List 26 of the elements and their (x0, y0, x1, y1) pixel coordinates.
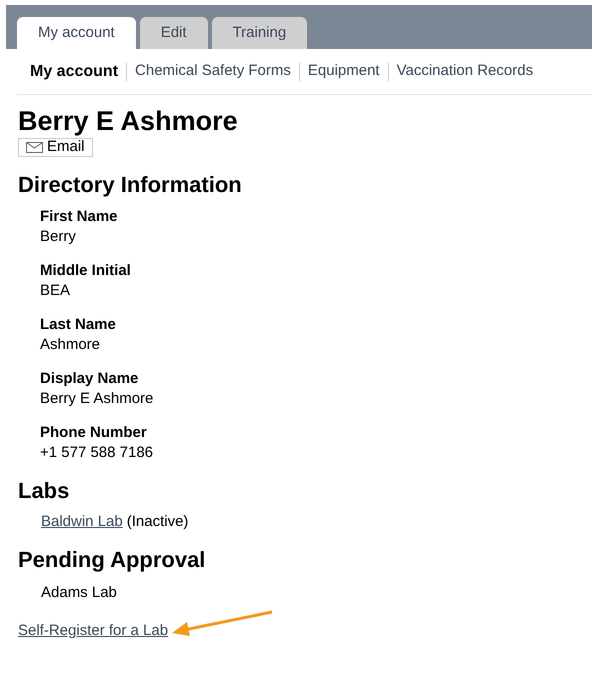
subnav-link[interactable]: Vaccination Records (396, 60, 534, 83)
field-label: Last Name (40, 315, 117, 335)
field-label: First Name (40, 207, 119, 227)
field-label: Display Name (40, 369, 140, 389)
tab[interactable]: My account (17, 17, 136, 49)
email-button[interactable]: Email (18, 138, 93, 157)
pending-lab: Adams Lab (41, 582, 118, 602)
section-heading: Pending Approval (18, 546, 206, 574)
person-name: Berry E Ashmore (18, 105, 239, 137)
subnav-link[interactable]: My account (30, 60, 118, 84)
lab-status: (Inactive) (126, 512, 188, 532)
subnav-link[interactable]: Chemical Safety Forms (135, 60, 291, 83)
lab-link[interactable]: Baldwin Lab (41, 511, 123, 534)
section-heading: Labs (18, 477, 70, 505)
field-value: Berry (40, 227, 77, 247)
field-label: Phone Number (40, 423, 148, 443)
field-value: Berry E Ashmore (40, 389, 154, 409)
field-value: BEA (40, 281, 72, 301)
tab[interactable]: Training (212, 17, 308, 49)
tab[interactable]: Edit (140, 17, 208, 49)
subnav-link[interactable]: Equipment (308, 60, 380, 83)
self-register-link[interactable]: Self-Register for a Lab (18, 620, 168, 642)
field-value: Ashmore (40, 335, 102, 355)
section-heading: Directory Information (18, 171, 243, 199)
field-label: Middle Initial (40, 261, 132, 281)
field-value: +1 577 588 7186 (40, 443, 154, 463)
